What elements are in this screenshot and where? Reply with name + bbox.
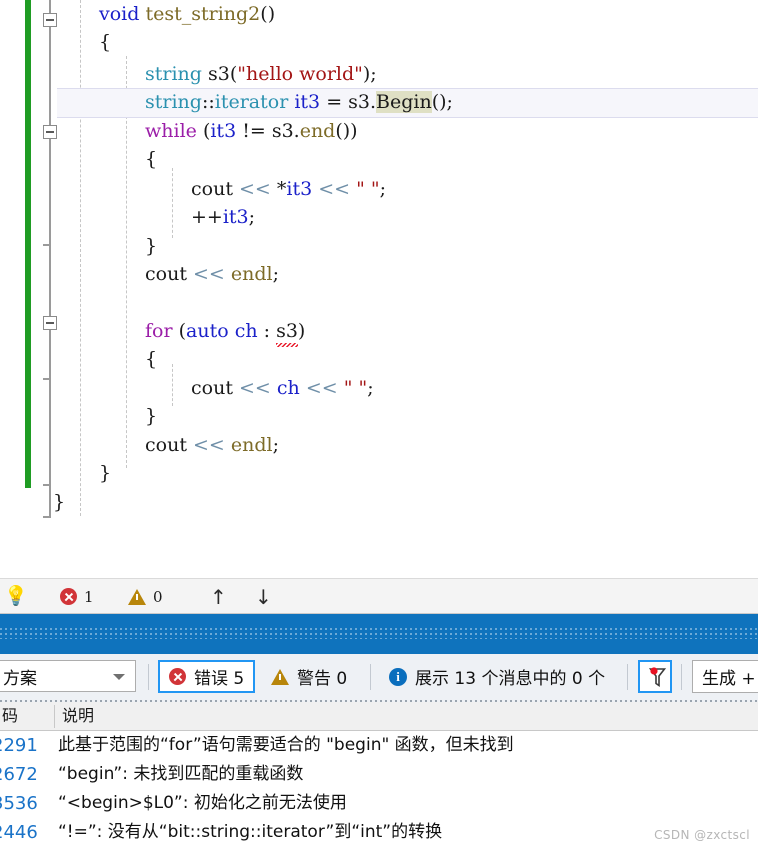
build-intellisense-button[interactable]: 生成 + I [692, 660, 758, 693]
row-code[interactable]: 2291 [0, 731, 52, 760]
code-line[interactable]: ++it3; [191, 203, 255, 231]
code-line[interactable]: } [99, 459, 111, 487]
table-row[interactable]: 3536 “<begin>$L0”: 初始化之前无法使用 [0, 789, 758, 818]
begin-token-highlight: Begin [376, 91, 432, 113]
code-line[interactable]: cout << endl; [145, 431, 279, 459]
toolbar-separator-3 [627, 664, 628, 690]
code-line[interactable]: string::iterator it3 = s3.Begin(); [145, 88, 453, 116]
table-row[interactable]: 2446 “!=”: 没有从“bit::string::iterator”到“i… [0, 818, 758, 847]
toolbar-separator-1 [148, 664, 149, 690]
build-intellisense-label: 生成 + I [702, 669, 758, 689]
lightbulb-icon: 💡 [4, 585, 28, 607]
prev-issue-button[interactable]: ↑ [210, 579, 227, 614]
code-line[interactable]: } [53, 488, 65, 516]
row-description: “<begin>$L0”: 初始化之前无法使用 [58, 793, 347, 813]
error-list-header: 码 说明 [0, 702, 758, 731]
error-list-grid[interactable]: 码 说明 2291 此基于范围的“for”语句需要适合的 "begin" 函数，… [0, 702, 758, 848]
code-line[interactable]: cout << endl; [145, 260, 279, 288]
row-code[interactable]: 2672 [0, 760, 52, 789]
column-header-code[interactable]: 码 [2, 702, 18, 730]
code-line[interactable]: cout << ch << " "; [191, 374, 374, 402]
code-line[interactable]: string s3("hello world"); [145, 60, 377, 88]
code-line[interactable]: } [145, 402, 157, 430]
warning-icon [271, 668, 289, 685]
filter-icon [649, 667, 666, 687]
titlebar-grip-pattern [0, 628, 758, 639]
filter-warnings-label: 警告 0 [297, 669, 348, 689]
code-line[interactable]: cout << *it3 << " "; [191, 175, 386, 203]
toolbar-separator-2 [370, 664, 371, 690]
filter-icon-button[interactable] [638, 660, 672, 693]
column-header-description[interactable]: 说明 [62, 702, 94, 730]
status-error-count-value: 1 [84, 587, 94, 606]
chevron-down-icon [113, 674, 125, 680]
warning-icon [128, 588, 146, 605]
info-icon: i [389, 667, 407, 686]
error-icon [60, 588, 77, 605]
column-divider-1[interactable] [54, 705, 55, 728]
code-line[interactable]: { [145, 345, 157, 373]
quick-actions-bulb[interactable]: 💡 [4, 579, 28, 614]
code-line[interactable]: } [145, 232, 157, 260]
watermark: CSDN @zxctscl [654, 828, 750, 842]
row-description: 此基于范围的“for”语句需要适合的 "begin" 函数，但未找到 [58, 735, 514, 755]
code-line[interactable]: void test_string2() [99, 0, 275, 28]
table-row[interactable]: 2291 此基于范围的“for”语句需要适合的 "begin" 函数，但未找到 [0, 731, 758, 760]
status-error-count[interactable]: 1 [60, 579, 94, 614]
arrow-down-icon: ↓ [255, 584, 272, 609]
row-code[interactable]: 2446 [0, 818, 52, 847]
scope-combobox-value: 方案 [3, 668, 37, 689]
code-text-layer: void test_string2() { string s3("hello w… [0, 0, 758, 578]
editor-status-strip: 💡 1 0 ↑ ↓ [0, 578, 758, 614]
filter-messages-toggle[interactable]: i 展示 13 个消息中的 0 个 [380, 660, 614, 693]
error-list-pane-titlebar[interactable] [0, 614, 758, 654]
code-line[interactable]: for (auto ch : s3) [145, 317, 305, 347]
filter-errors-toggle[interactable]: 错误 5 [158, 660, 256, 693]
error-list-toolbar: 方案 错误 5 警告 0 i 展示 13 个消息中的 0 个 生成 + I [0, 654, 758, 702]
row-description: “begin”: 未找到匹配的重载函数 [58, 764, 304, 784]
toolbar-separator-4 [681, 664, 682, 690]
status-warning-count-value: 0 [153, 587, 163, 606]
scope-combobox[interactable]: 方案 [0, 660, 136, 692]
filter-messages-label: 展示 13 个消息中的 0 个 [415, 669, 606, 689]
status-warning-count[interactable]: 0 [128, 579, 163, 614]
error-icon [169, 668, 186, 685]
code-line[interactable]: while (it3 != s3.end()) [145, 117, 358, 145]
row-description: “!=”: 没有从“bit::string::iterator”到“int”的转… [58, 822, 443, 842]
filter-errors-label: 错误 5 [194, 669, 245, 689]
filter-warnings-toggle[interactable]: 警告 0 [262, 660, 356, 693]
table-row[interactable]: 2672 “begin”: 未找到匹配的重载函数 [0, 760, 758, 789]
arrow-up-icon: ↑ [210, 584, 227, 609]
row-code[interactable]: 3536 [0, 789, 52, 818]
error-squiggle-s3: s3 [276, 317, 298, 347]
next-issue-button[interactable]: ↓ [255, 579, 272, 614]
code-line[interactable]: { [145, 145, 157, 173]
code-line[interactable]: { [99, 28, 111, 56]
code-editor[interactable]: void test_string2() { string s3("hello w… [0, 0, 758, 578]
